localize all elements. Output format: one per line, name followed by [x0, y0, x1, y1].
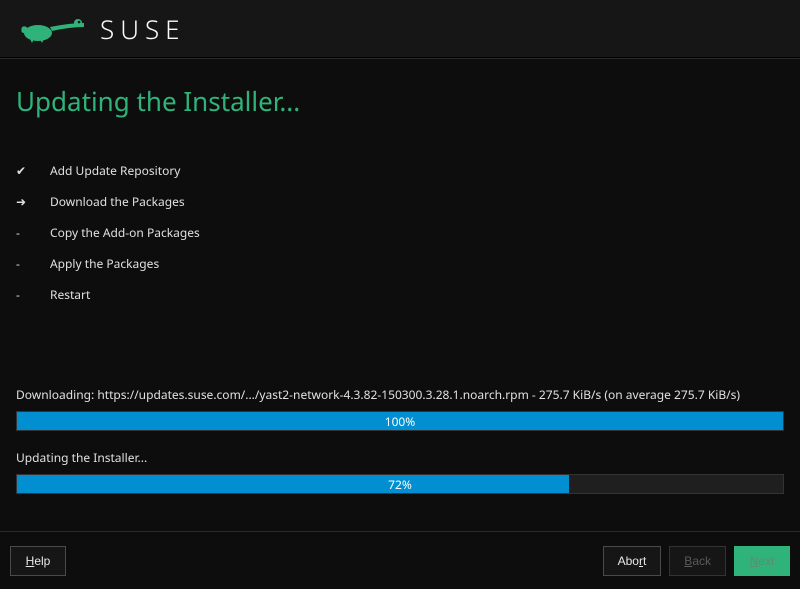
step-label: Apply the Packages: [50, 255, 159, 272]
dash-icon: -: [16, 286, 50, 303]
step-label: Copy the Add-on Packages: [50, 224, 200, 241]
step-label: Download the Packages: [50, 193, 185, 210]
step-label: Add Update Repository: [50, 162, 180, 179]
step-item: - Apply the Packages: [16, 248, 784, 279]
brand-name: SUSE: [100, 11, 186, 47]
step-item: ➜ Download the Packages: [16, 186, 784, 217]
arrow-right-icon: ➜: [16, 193, 50, 210]
overall-status-label: Updating the Installer...: [16, 449, 784, 466]
check-icon: ✔: [16, 162, 50, 179]
download-progress-bar: 100%: [16, 411, 784, 431]
header: SUSE: [0, 0, 800, 58]
page-title: Updating the Installer...: [16, 83, 784, 119]
main-content: Updating the Installer... ✔ Add Update R…: [0, 59, 800, 310]
step-label: Restart: [50, 286, 90, 303]
download-status-label: Downloading: https://updates.suse.com/..…: [16, 386, 784, 403]
step-item: ✔ Add Update Repository: [16, 155, 784, 186]
footer: Help Abort Back Next: [0, 531, 800, 589]
progress-section: Downloading: https://updates.suse.com/..…: [16, 386, 784, 512]
back-button: Back: [669, 546, 726, 576]
suse-chameleon-icon: [20, 13, 90, 45]
next-button: Next: [734, 546, 790, 576]
abort-button[interactable]: Abort: [603, 546, 662, 576]
dash-icon: -: [16, 224, 50, 241]
overall-progress-text: 72%: [17, 475, 783, 493]
step-item: - Restart: [16, 279, 784, 310]
step-list: ✔ Add Update Repository ➜ Download the P…: [16, 155, 784, 310]
step-item: - Copy the Add-on Packages: [16, 217, 784, 248]
dash-icon: -: [16, 255, 50, 272]
download-progress-text: 100%: [17, 412, 783, 430]
help-button[interactable]: Help: [10, 546, 66, 576]
overall-progress-bar: 72%: [16, 474, 784, 494]
